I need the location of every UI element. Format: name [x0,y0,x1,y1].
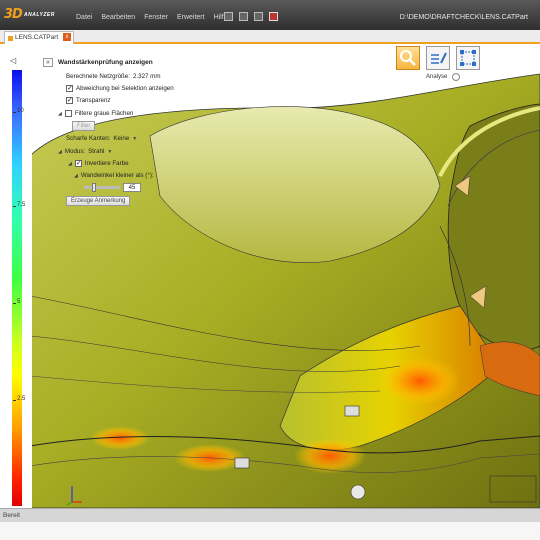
expand-triangle-icon[interactable]: ◢ [58,149,62,155]
menu-fenster[interactable]: Fenster [144,14,168,21]
show-deviation-label: Abweichung bei Selektion anzeigen [76,85,174,92]
menu-datei[interactable]: Datei [76,14,92,21]
expand-triangle-icon[interactable]: ◢ [58,111,62,117]
show-deviation-checkbox[interactable] [66,84,73,92]
thickness-color-scale: ◁ 10 7.5 5 2.5 [0,56,32,508]
title-bar: 3D ANALYZER Datei Bearbeiten Fenster Erw… [0,0,540,30]
show-deviation-row[interactable]: Abweichung bei Selektion anzeigen [66,84,174,92]
mode-select[interactable]: Strahl [88,148,104,155]
bottom-band [0,522,540,540]
axis-triad-icon [66,486,82,506]
file-path: D:\DEMO\DRAFTCHECK\LENS.CATPart [399,14,528,21]
menu-bar: Datei Bearbeiten Fenster Erweitert Hilfe [76,14,228,21]
tool-icon[interactable] [224,12,233,21]
logo-3d: 3D [4,7,23,22]
filter-grey-label: Filtere graue Flächen [74,110,134,117]
3d-viewport[interactable]: ◁ 10 7.5 5 2.5 « Wandstärkenprüfung anze… [0,46,540,508]
status-bar: Bereit [0,508,540,522]
sharp-edges-row: Scharfe Kanten: Keine ▼ [66,135,137,142]
transparency-label: Transparenz [76,97,111,104]
filter-grey-row[interactable]: ◢ Filtere graue Flächen [58,110,133,117]
logo-analyzer: ANALYZER [24,12,55,18]
close-icon[interactable]: x [63,33,71,41]
invert-color-row[interactable]: ◢ Invertiere Farbe [68,159,129,167]
menu-bearbeiten[interactable]: Bearbeiten [101,14,135,21]
ribbon-options-icon[interactable] [452,73,460,81]
tab-label: LENS.CATPart [15,34,59,41]
analysis-ribbon: Analyse [396,46,486,88]
wall-angle-controls: 45 [84,183,141,192]
scale-collapse-icon[interactable]: ◁ [10,56,16,65]
slider-knob[interactable] [92,183,96,192]
sharp-edges-select[interactable]: Keine [113,135,129,142]
mesh-size-value: 2.327 mm [132,73,161,80]
save-icon[interactable] [254,12,263,21]
export-icon[interactable] [269,12,278,21]
scale-tick: 7.5 [12,202,26,208]
app-logo: 3D ANALYZER [4,7,62,23]
filter-button[interactable]: Filter [72,121,96,131]
status-text: Bereit [3,512,20,519]
wall-angle-row: ◢ Wandwinkel kleiner als (°): [74,172,154,179]
chevron-down-icon[interactable]: ▼ [132,136,137,142]
mesh-size-row: Berechnete Netzgröße: 2.327 mm [66,73,161,80]
mesh-size-label: Berechnete Netzgröße: [66,73,130,80]
ribbon-label: Analyse [426,74,448,80]
quick-toolbar [224,12,278,21]
scale-tick: 2.5 [12,396,26,402]
magnifier-icon[interactable] [396,46,420,70]
tab-strip: LENS.CATPart x [0,30,540,44]
panel-collapse-button[interactable]: « [43,58,53,67]
expand-triangle-icon[interactable]: ◢ [68,161,72,167]
wall-angle-label: Wandwinkel kleiner als (°): [80,172,154,179]
scale-gradient [12,70,22,506]
edit-list-icon[interactable] [426,46,450,70]
invert-color-label: Invertiere Farbe [84,160,129,167]
scale-tick: 5 [12,299,21,305]
mode-label: Modus: [64,148,86,155]
wall-angle-input[interactable]: 45 [123,183,141,192]
mode-row: ◢ Modus: Strahl ▼ [58,148,112,155]
scale-tick: 10 [13,108,24,114]
transparency-checkbox[interactable] [66,96,73,104]
chevron-down-icon[interactable]: ▼ [107,149,112,155]
create-annotation-button[interactable]: Erzeuge Anmerkung [66,196,131,206]
tab-lens[interactable]: LENS.CATPart x [4,31,74,44]
invert-color-checkbox[interactable] [74,159,82,167]
part-icon [8,36,13,41]
sharp-edges-label: Scharfe Kanten: [66,135,111,142]
wall-angle-slider[interactable] [84,183,120,192]
filter-grey-checkbox[interactable] [64,110,72,117]
panel-title: Wandstärkenprüfung anzeigen [58,59,153,66]
menu-erweitert[interactable]: Erweitert [177,14,205,21]
expand-triangle-icon[interactable]: ◢ [74,173,78,179]
select-icon[interactable] [456,46,480,70]
open-icon[interactable] [239,12,248,21]
transparency-row[interactable]: Transparenz [66,96,111,104]
